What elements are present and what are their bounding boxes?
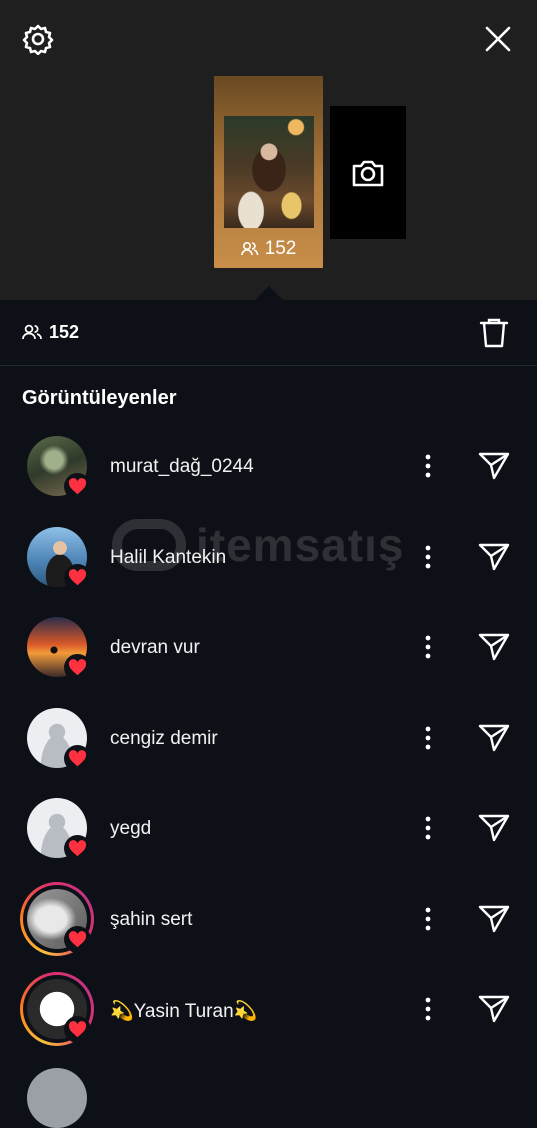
avatar-container[interactable] [27,617,91,681]
avatar-container[interactable] [20,881,94,956]
story-viewer-count-text: 152 [264,238,297,259]
camera-icon [352,160,384,186]
like-badge [64,1016,91,1043]
story-preview-panel: 152 [0,0,537,300]
send-icon [478,814,510,842]
like-badge [64,473,91,500]
avatar-container[interactable] [27,436,91,500]
send-icon [478,905,510,932]
more-vertical-icon [425,816,431,840]
viewer-count: 152 [22,322,79,343]
heart-icon [68,1021,87,1038]
viewer-row[interactable]: 💫Yasin Turan💫 [0,963,537,1053]
more-vertical-icon [425,454,431,478]
close-button[interactable] [478,19,518,59]
heart-icon [68,840,87,857]
send-message-button[interactable] [474,991,514,1027]
more-options-button[interactable] [414,631,442,663]
more-options-button[interactable] [414,450,442,482]
avatar-container[interactable] [27,798,91,862]
viewer-row[interactable]: yegd [0,782,537,872]
send-icon [478,633,510,661]
viewer-username[interactable]: murat_dağ_0244 [110,456,254,478]
like-badge [64,835,91,862]
viewers-icon [22,324,42,340]
send-icon [478,543,510,570]
avatar [27,1068,87,1128]
trash-icon [479,318,509,348]
send-icon [478,452,510,480]
send-message-button[interactable] [474,539,514,575]
heart-icon [68,930,87,947]
add-story-button[interactable] [330,106,406,239]
viewer-row[interactable]: cengiz demir [0,692,537,782]
more-vertical-icon [425,907,431,930]
send-icon [478,724,510,751]
delete-story-button[interactable] [474,313,514,353]
like-badge [64,744,91,772]
like-badge [64,563,91,591]
send-icon [478,995,510,1023]
like-badge [64,925,91,953]
close-icon [485,26,511,52]
heart-icon [68,478,87,495]
viewer-username[interactable]: Halil Kantekin [110,547,226,569]
viewer-username[interactable]: yegd [110,818,151,840]
viewer-username[interactable]: cengiz demir [110,728,218,750]
avatar-container[interactable] [20,972,94,1046]
viewers-icon [240,241,258,256]
viewer-row[interactable]: Halil Kantekin [0,511,537,601]
story-thumbnail[interactable]: 152 [214,76,323,268]
send-message-button[interactable] [474,448,514,484]
viewer-username[interactable]: şahin sert [110,909,192,931]
send-message-button[interactable] [474,810,514,846]
gear-icon [22,24,54,55]
story-viewer-count: 152 [214,238,323,260]
viewer-username[interactable]: 💫Yasin Turan💫 [110,999,257,1023]
more-options-button[interactable] [414,722,442,754]
more-options-button[interactable] [414,903,442,935]
heart-icon [68,568,87,585]
more-vertical-icon [425,726,431,749]
more-vertical-icon [425,635,431,659]
more-options-button[interactable] [414,993,442,1025]
heart-icon [68,749,87,766]
viewer-row[interactable]: devran vur [0,601,537,691]
viewers-section-title: Görüntüleyenler [22,387,177,409]
more-vertical-icon [425,997,431,1021]
send-message-button[interactable] [474,901,514,937]
more-options-button[interactable] [414,541,442,573]
avatar-container[interactable] [27,707,91,772]
like-badge [64,654,91,681]
viewer-username[interactable]: devran vur [110,637,200,659]
avatar-container[interactable] [27,526,91,591]
heart-icon [68,659,87,676]
selected-story-pointer [255,286,283,300]
send-message-button[interactable] [474,720,514,756]
send-message-button[interactable] [474,629,514,665]
viewer-count-text: 152 [49,322,80,342]
more-options-button[interactable] [414,812,442,844]
more-vertical-icon [425,545,431,568]
viewer-row[interactable]: murat_dağ_0244 [0,420,537,510]
viewer-row[interactable]: şahin sert [0,873,537,963]
stats-row: 152 [0,300,537,366]
settings-button[interactable] [18,19,58,59]
story-photo [224,116,314,228]
